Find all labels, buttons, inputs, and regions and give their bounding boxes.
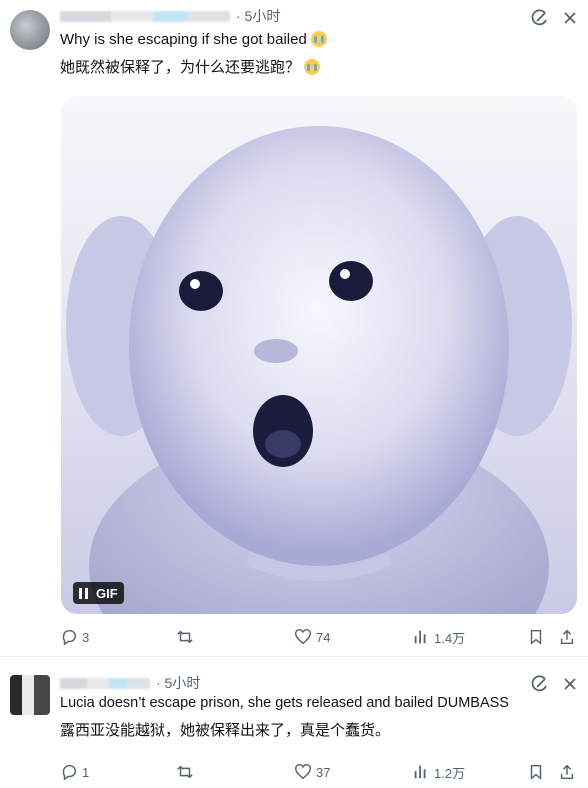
tweet-header: · 5小时	[60, 673, 200, 693]
blurred-username	[60, 677, 150, 689]
close-icon[interactable]	[560, 674, 580, 694]
gif-media[interactable]: GIF	[61, 96, 577, 614]
pause-icon[interactable]	[79, 587, 88, 599]
tweet-time[interactable]: · 5小时	[236, 6, 280, 26]
share-button[interactable]	[558, 762, 576, 782]
repost-icon	[177, 765, 193, 779]
share-icon	[560, 764, 574, 780]
tweet[interactable]: · 5小时 Lucia doesn’t escape prison, she g…	[0, 661, 588, 788]
close-icon[interactable]	[560, 8, 580, 28]
tweet-actions: 3 74 1.4万	[60, 627, 580, 647]
divider	[0, 656, 588, 657]
blurred-username	[60, 10, 230, 22]
reply-button[interactable]: 1	[60, 762, 89, 782]
bookmark-icon	[530, 764, 542, 780]
repost-button[interactable]	[176, 762, 198, 782]
tweet-text-translation: 她既然被保释了，为什么还要逃跑？	[60, 58, 321, 78]
reply-icon	[62, 629, 76, 646]
share-icon	[560, 629, 574, 645]
like-button[interactable]: 74	[294, 627, 330, 647]
like-button[interactable]: 37	[294, 762, 330, 782]
tweet[interactable]: · 5小时 Why is she escaping if she got bai…	[0, 0, 588, 650]
bookmark-button[interactable]	[527, 762, 545, 782]
bookmark-icon	[530, 629, 542, 645]
tweet-actions: 1 37 1.2万	[60, 762, 580, 782]
views-icon	[414, 630, 426, 644]
share-button[interactable]	[558, 627, 576, 647]
tweet-text-english: Why is she escaping if she got bailed	[60, 30, 327, 50]
crying-emoji-icon	[310, 31, 327, 47]
repost-icon	[177, 630, 193, 644]
tweet-text-translation: 露西亚没能越狱，她被保释出来了，真是个蠢货。	[60, 722, 391, 739]
avatar[interactable]	[10, 10, 50, 50]
tweet-time[interactable]: · 5小时	[156, 673, 200, 693]
tweet-text-english: Lucia doesn’t escape prison, she gets re…	[60, 695, 509, 711]
reply-button[interactable]: 3	[60, 627, 89, 647]
grok-icon[interactable]	[530, 8, 550, 28]
like-icon	[295, 629, 311, 645]
crying-emoji-icon	[304, 59, 321, 75]
baby-surprised-image	[66, 126, 572, 614]
views-icon	[414, 765, 426, 779]
views-button[interactable]: 1.4万	[412, 627, 465, 647]
avatar[interactable]	[10, 675, 50, 715]
grok-icon[interactable]	[530, 674, 550, 694]
repost-button[interactable]	[176, 627, 198, 647]
gif-badge[interactable]: GIF	[73, 582, 124, 604]
tweet-header: · 5小时	[60, 6, 280, 26]
bookmark-button[interactable]	[527, 627, 545, 647]
views-button[interactable]: 1.2万	[412, 762, 465, 782]
like-icon	[295, 764, 311, 780]
reply-icon	[62, 764, 76, 781]
